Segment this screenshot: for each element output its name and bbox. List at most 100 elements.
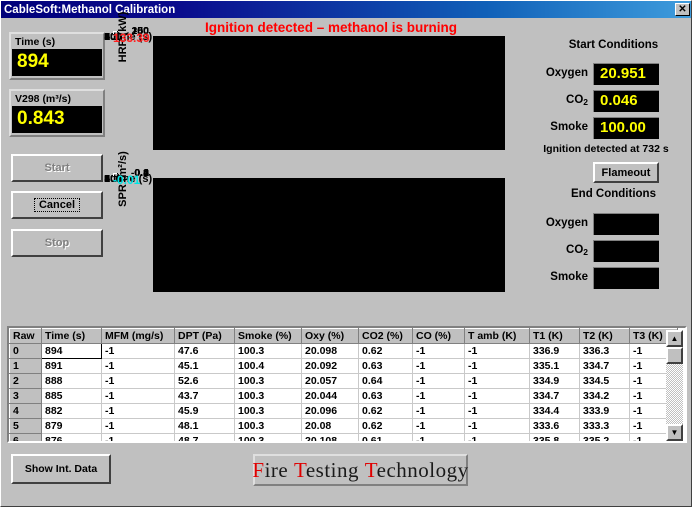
table-cell[interactable]: 100.3 — [235, 344, 302, 359]
table-cell[interactable]: 20.044 — [302, 389, 359, 404]
stop-button[interactable]: Stop — [11, 229, 103, 257]
table-cell[interactable]: 100.3 — [235, 419, 302, 434]
table-row-index[interactable]: 1 — [10, 359, 42, 374]
table-cell[interactable]: 20.098 — [302, 344, 359, 359]
table-cell[interactable]: -1 — [413, 344, 465, 359]
table-cell[interactable]: 100.3 — [235, 389, 302, 404]
table-cell[interactable]: -1 — [413, 419, 465, 434]
table-row[interactable]: 0894-147.6100.320.0980.62-1-1336.9336.3-… — [10, 344, 678, 359]
table-cell[interactable]: 0.61 — [359, 434, 413, 444]
start-button[interactable]: Start — [11, 154, 103, 182]
table-cell[interactable]: 336.9 — [530, 344, 580, 359]
table-column-header[interactable]: T amb (K) — [465, 329, 530, 344]
table-cell[interactable]: 335.8 — [530, 434, 580, 444]
table-cell[interactable]: 0.62 — [359, 419, 413, 434]
table-row-index[interactable]: 0 — [10, 344, 42, 359]
table-cell[interactable]: -1 — [413, 404, 465, 419]
table-cell[interactable]: 888 — [42, 374, 102, 389]
close-button[interactable]: ✕ — [675, 3, 690, 16]
flameout-button[interactable]: Flameout — [593, 162, 659, 183]
table-cell[interactable]: 100.3 — [235, 374, 302, 389]
table-cell[interactable]: 52.6 — [175, 374, 235, 389]
table-cell[interactable]: 334.7 — [530, 389, 580, 404]
table-cell[interactable]: -1 — [102, 404, 175, 419]
table-cell[interactable]: -1 — [413, 434, 465, 444]
table-row[interactable]: 3885-143.7100.320.0440.63-1-1334.7334.2-… — [10, 389, 678, 404]
table-cell[interactable]: 100.3 — [235, 434, 302, 444]
table-row-index[interactable]: 6 — [10, 434, 42, 444]
table-cell[interactable]: 20.057 — [302, 374, 359, 389]
table-vertical-scrollbar[interactable]: ▲ ▼ — [666, 330, 683, 441]
table-cell[interactable]: -1 — [413, 359, 465, 374]
table-column-header[interactable]: CO2 (%) — [359, 329, 413, 344]
table-column-header[interactable]: Smoke (%) — [235, 329, 302, 344]
table-cell[interactable]: -1 — [102, 419, 175, 434]
table-cell[interactable]: 335.2 — [580, 434, 630, 444]
table-cell[interactable]: 333.6 — [530, 419, 580, 434]
table-cell[interactable]: 47.6 — [175, 344, 235, 359]
show-int-data-button[interactable]: Show Int. Data — [11, 454, 111, 484]
table-cell[interactable]: 20.092 — [302, 359, 359, 374]
table-cell[interactable]: 334.4 — [530, 404, 580, 419]
table-cell[interactable]: 0.62 — [359, 344, 413, 359]
table-row[interactable]: 6876-148.7100.320.1080.61-1-1335.8335.2-… — [10, 434, 678, 444]
table-cell[interactable]: 335.1 — [530, 359, 580, 374]
table-cell[interactable]: -1 — [413, 389, 465, 404]
table-column-header[interactable]: CO (%) — [413, 329, 465, 344]
table-cell[interactable]: 336.3 — [580, 344, 630, 359]
table-cell[interactable]: 45.1 — [175, 359, 235, 374]
scroll-down-arrow-icon[interactable]: ▼ — [666, 424, 683, 441]
table-cell[interactable]: 20.096 — [302, 404, 359, 419]
table-column-header[interactable]: Oxy (%) — [302, 329, 359, 344]
table-cell[interactable]: 333.9 — [580, 404, 630, 419]
table-column-header[interactable]: DPT (Pa) — [175, 329, 235, 344]
table-column-header[interactable]: MFM (mg/s) — [102, 329, 175, 344]
table-cell[interactable]: 0.62 — [359, 404, 413, 419]
raw-data-table[interactable]: RawTime (s)MFM (mg/s)DPT (Pa)Smoke (%)Ox… — [7, 326, 687, 443]
scroll-up-arrow-icon[interactable]: ▲ — [666, 330, 683, 347]
table-row[interactable]: 1891-145.1100.420.0920.63-1-1335.1334.7-… — [10, 359, 678, 374]
table-cell[interactable]: 333.3 — [580, 419, 630, 434]
table-cell[interactable]: 0.64 — [359, 374, 413, 389]
table-cell[interactable]: -1 — [102, 344, 175, 359]
table-cell[interactable]: 882 — [42, 404, 102, 419]
table-column-header[interactable]: T1 (K) — [530, 329, 580, 344]
table-cell[interactable]: -1 — [465, 434, 530, 444]
table-cell[interactable]: -1 — [465, 404, 530, 419]
table-cell[interactable]: 885 — [42, 389, 102, 404]
scrollbar-track[interactable] — [666, 347, 683, 424]
table-row-index[interactable]: 5 — [10, 419, 42, 434]
table-cell[interactable]: 876 — [42, 434, 102, 444]
table-cell[interactable]: 0.63 — [359, 389, 413, 404]
table-cell[interactable]: 20.108 — [302, 434, 359, 444]
table-cell[interactable]: 48.1 — [175, 419, 235, 434]
table-cell[interactable]: 891 — [42, 359, 102, 374]
table-cell[interactable]: 0.63 — [359, 359, 413, 374]
table-row-index[interactable]: 2 — [10, 374, 42, 389]
table-column-header[interactable]: T2 (K) — [580, 329, 630, 344]
table-cell[interactable]: 334.2 — [580, 389, 630, 404]
table-row-index[interactable]: 3 — [10, 389, 42, 404]
table-cell[interactable]: -1 — [465, 374, 530, 389]
table-cell[interactable]: 45.9 — [175, 404, 235, 419]
table-cell[interactable]: 879 — [42, 419, 102, 434]
table-column-header[interactable]: Raw — [10, 329, 42, 344]
table-cell[interactable]: -1 — [102, 359, 175, 374]
table-cell[interactable]: -1 — [465, 389, 530, 404]
table-cell[interactable]: -1 — [102, 389, 175, 404]
table-cell[interactable]: -1 — [102, 434, 175, 444]
table-cell[interactable]: 100.4 — [235, 359, 302, 374]
table-cell[interactable]: 100.3 — [235, 404, 302, 419]
table-column-header[interactable]: Time (s) — [42, 329, 102, 344]
table-cell[interactable]: -1 — [465, 344, 530, 359]
table-cell[interactable]: 334.7 — [580, 359, 630, 374]
table-cell[interactable]: 43.7 — [175, 389, 235, 404]
table-cell[interactable]: -1 — [413, 374, 465, 389]
table-cell[interactable]: 894 — [42, 344, 102, 359]
table-cell[interactable]: 48.7 — [175, 434, 235, 444]
scrollbar-thumb[interactable] — [666, 347, 683, 364]
table-row-index[interactable]: 4 — [10, 404, 42, 419]
table-row[interactable]: 2888-152.6100.320.0570.64-1-1334.9334.5-… — [10, 374, 678, 389]
table-cell[interactable]: -1 — [465, 359, 530, 374]
cancel-button[interactable]: Cancel — [11, 191, 103, 219]
